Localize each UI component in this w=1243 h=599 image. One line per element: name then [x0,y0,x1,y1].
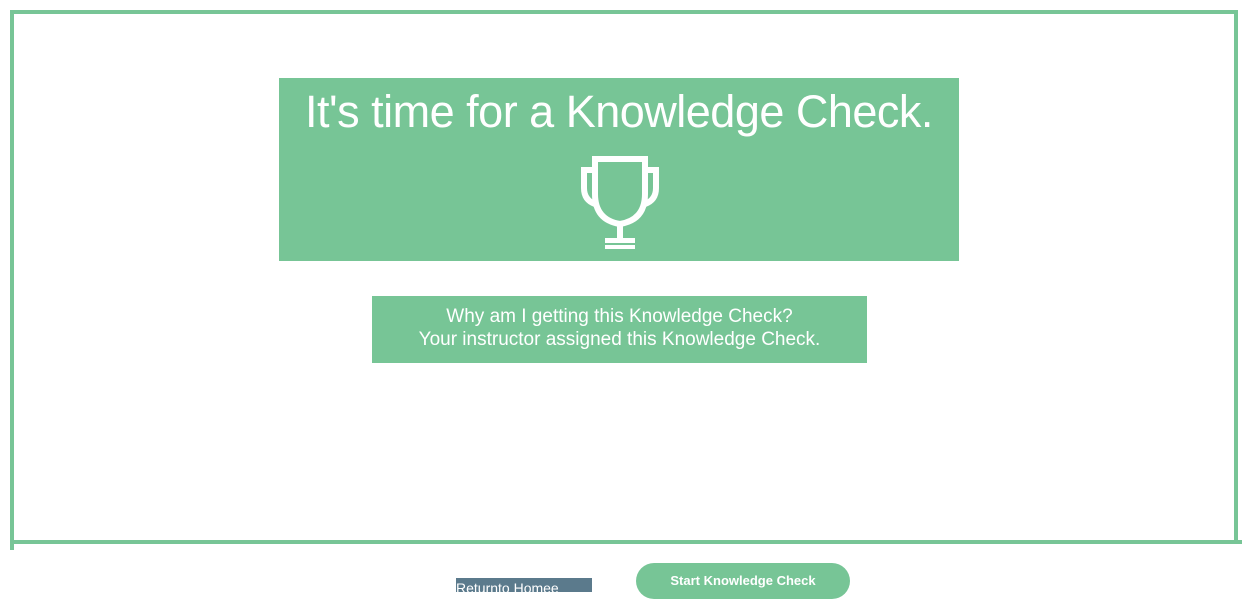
frame-corner-tick [10,536,14,550]
page-title: It's time for a Knowledge Check. [305,86,933,137]
frame-corner-tick-right [1232,540,1242,544]
trophy-icon [579,154,661,250]
start-knowledge-check-button[interactable]: Start Knowledge Check [636,563,850,599]
reason-question: Why am I getting this Knowledge Check? [446,306,793,327]
reason-answer: Your instructor assigned this Knowledge … [418,329,821,350]
return-home-link[interactable]: Returnto Homee [456,578,592,592]
assignment-reason-box: Why am I getting this Knowledge Check? Y… [372,296,867,363]
knowledge-check-banner: It's time for a Knowledge Check. [279,78,959,261]
